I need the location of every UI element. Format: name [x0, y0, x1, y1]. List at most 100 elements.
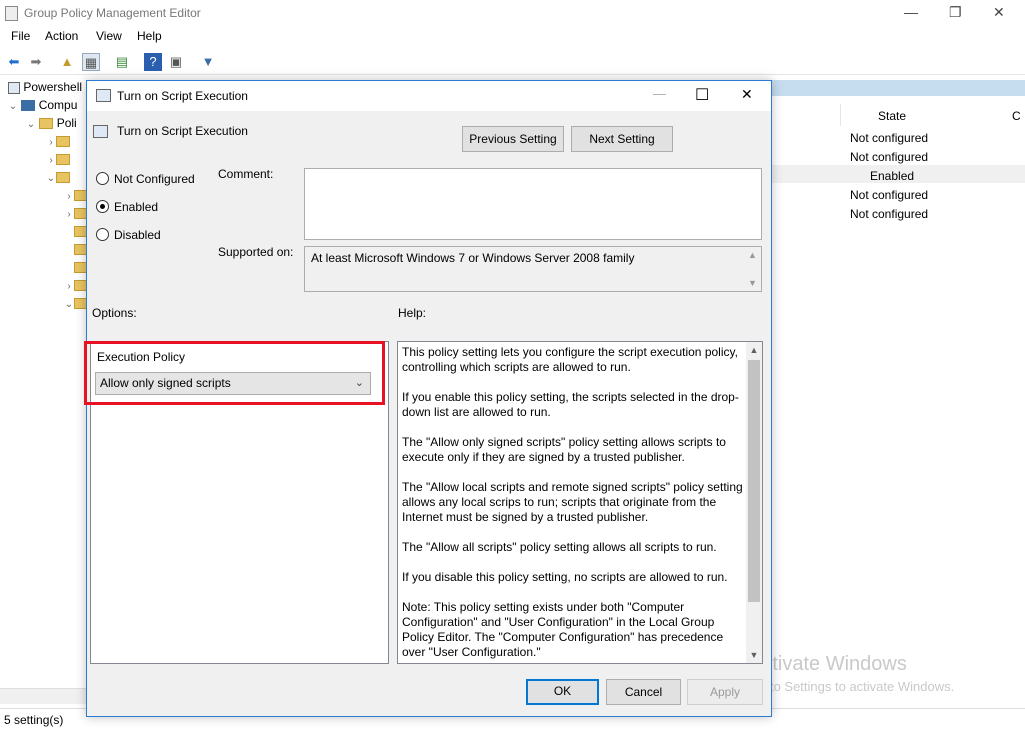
help-paragraph: If you enable this policy setting, the s…: [402, 390, 739, 419]
state-column-header[interactable]: State: [878, 109, 906, 123]
gpo-icon: [8, 81, 20, 94]
help-label: Help:: [398, 306, 427, 320]
radio-not-configured[interactable]: Not Configured: [96, 172, 195, 186]
help-icon[interactable]: ?: [144, 53, 162, 71]
back-arrow-icon[interactable]: ⬅: [5, 53, 23, 71]
tree-item-policies[interactable]: ⌄ Poli: [26, 116, 77, 134]
up-folder-icon[interactable]: ▲: [58, 53, 76, 71]
tree-item-computer[interactable]: ⌄ Compu: [8, 98, 78, 116]
supported-on-scrollbar[interactable]: ▲ ▼: [745, 248, 760, 290]
menu-action[interactable]: Action: [45, 29, 78, 43]
export-list-icon[interactable]: ▤: [113, 53, 131, 71]
help-scrollbar[interactable]: ▲ ▼: [746, 342, 762, 663]
policy-setting-dialog: Turn on Script Execution — ☐ ✕ Turn on S…: [84, 80, 772, 717]
cancel-button[interactable]: Cancel: [606, 679, 681, 705]
column-divider: [840, 104, 841, 126]
dialog-maximize-icon[interactable]: ☐: [695, 85, 709, 105]
supported-on-field: At least Microsoft Windows 7 or Windows …: [304, 246, 762, 292]
tree-item-folder[interactable]: ›: [46, 134, 70, 152]
help-paragraph: If you disable this policy setting, no s…: [402, 570, 728, 584]
next-setting-button[interactable]: Next Setting: [571, 126, 673, 152]
supported-on-value: At least Microsoft Windows 7 or Windows …: [311, 251, 635, 265]
scroll-down-icon[interactable]: ▼: [746, 650, 762, 660]
supported-on-label: Supported on:: [218, 245, 294, 259]
activation-watermark-subtitle: Go to Settings to activate Windows.: [749, 679, 955, 694]
tree-item-folder[interactable]: ›: [64, 206, 88, 224]
folder-icon: [56, 154, 70, 166]
menu-help[interactable]: Help: [137, 29, 162, 43]
chevron-right-icon[interactable]: ›: [64, 209, 74, 220]
settings-list-pane: State C Not configured Not configured En…: [772, 76, 1025, 686]
close-icon[interactable]: ✕: [993, 4, 1005, 21]
help-scrollbar-thumb[interactable]: [748, 360, 760, 602]
chevron-right-icon[interactable]: ›: [46, 155, 56, 166]
help-panel: This policy setting lets you configure t…: [397, 341, 763, 664]
status-text: 5 setting(s): [4, 713, 64, 727]
state-cell[interactable]: Not configured: [850, 207, 928, 221]
tree-item-folder[interactable]: ⌄: [46, 170, 70, 188]
state-cell[interactable]: Enabled: [870, 169, 914, 183]
state-cell[interactable]: Not configured: [850, 188, 928, 202]
radio-circle[interactable]: [96, 172, 109, 185]
help-paragraph: The "Allow local scripts and remote sign…: [402, 480, 743, 524]
folder-icon: [39, 118, 54, 130]
radio-circle[interactable]: [96, 228, 109, 241]
tree-item-folder[interactable]: ›: [64, 278, 88, 296]
dialog-minimize-icon: —: [653, 86, 666, 101]
folder-icon: [56, 172, 70, 184]
help-paragraph: Note: This policy setting exists under b…: [402, 600, 724, 659]
tree-item-folder[interactable]: ›: [64, 188, 88, 206]
chevron-down-icon[interactable]: ⌄: [64, 299, 74, 310]
help-paragraph: The "Allow all scripts" policy setting a…: [402, 540, 717, 554]
window-title: Group Policy Management Editor: [24, 6, 201, 20]
chevron-right-icon[interactable]: ›: [64, 191, 74, 202]
chevron-right-icon[interactable]: ›: [64, 281, 74, 292]
apply-button: Apply: [687, 679, 763, 705]
chevron-down-icon[interactable]: ⌄: [46, 173, 56, 184]
state-cell[interactable]: Not configured: [850, 131, 928, 145]
maximize-icon[interactable]: ❐: [949, 4, 962, 21]
radio-enabled[interactable]: Enabled: [96, 200, 158, 214]
tree-item-folder[interactable]: ›: [46, 152, 70, 170]
tree-pane: Powershell ⌄ Compu ⌄ Poli › › ⌄ › › › ⌄: [0, 76, 90, 686]
minimize-icon[interactable]: —: [904, 4, 918, 20]
comment-label: Comment:: [218, 167, 274, 181]
previous-setting-button[interactable]: Previous Setting: [462, 126, 564, 152]
ok-button[interactable]: OK: [526, 679, 599, 705]
menu-view[interactable]: View: [96, 29, 122, 43]
activation-watermark-title: Activate Windows: [749, 653, 907, 675]
chevron-right-icon[interactable]: ›: [46, 137, 56, 148]
setting-name: Turn on Script Execution: [117, 124, 248, 138]
options-label: Options:: [92, 306, 137, 320]
radio-disabled[interactable]: Disabled: [96, 228, 161, 242]
setting-icon: [93, 125, 108, 138]
list-header-bar: [772, 80, 1025, 96]
menu-bar: File Action View Help: [0, 27, 1025, 49]
comment-column-header[interactable]: C: [1012, 109, 1021, 123]
tree-item-root[interactable]: Powershell: [8, 80, 82, 98]
dialog-close-icon[interactable]: ✕: [741, 86, 753, 103]
filter-icon[interactable]: ▼: [199, 53, 217, 71]
forward-arrow-icon[interactable]: ➡: [27, 53, 45, 71]
tree-item-folder[interactable]: ⌄: [64, 296, 88, 314]
dialog-title: Turn on Script Execution: [117, 89, 248, 103]
policy-icon: [96, 89, 111, 102]
computer-icon: [21, 100, 36, 112]
help-paragraph: This policy setting lets you configure t…: [402, 345, 738, 374]
show-hide-tree-icon[interactable]: ▦: [82, 53, 100, 71]
app-icon: [5, 6, 18, 21]
chevron-down-icon[interactable]: ⌄: [26, 119, 36, 130]
toolbar: ⬅ ➡ ▲ ▦ ▤ ? ▣ ▼: [0, 49, 1025, 75]
help-paragraph: The "Allow only signed scripts" policy s…: [402, 435, 726, 464]
menu-file[interactable]: File: [11, 29, 30, 43]
properties-icon[interactable]: ▣: [167, 53, 185, 71]
radio-circle-selected[interactable]: [96, 200, 109, 213]
highlight-box: [84, 341, 385, 405]
help-text: This policy setting lets you configure t…: [402, 345, 746, 663]
comment-textarea[interactable]: [304, 168, 762, 240]
chevron-down-icon[interactable]: ⌄: [8, 101, 18, 112]
dialog-title-bar: Turn on Script Execution — ☐ ✕: [87, 81, 771, 111]
tree-horizontal-scrollbar[interactable]: [0, 688, 90, 704]
scroll-up-icon[interactable]: ▲: [746, 345, 762, 355]
state-cell[interactable]: Not configured: [850, 150, 928, 164]
